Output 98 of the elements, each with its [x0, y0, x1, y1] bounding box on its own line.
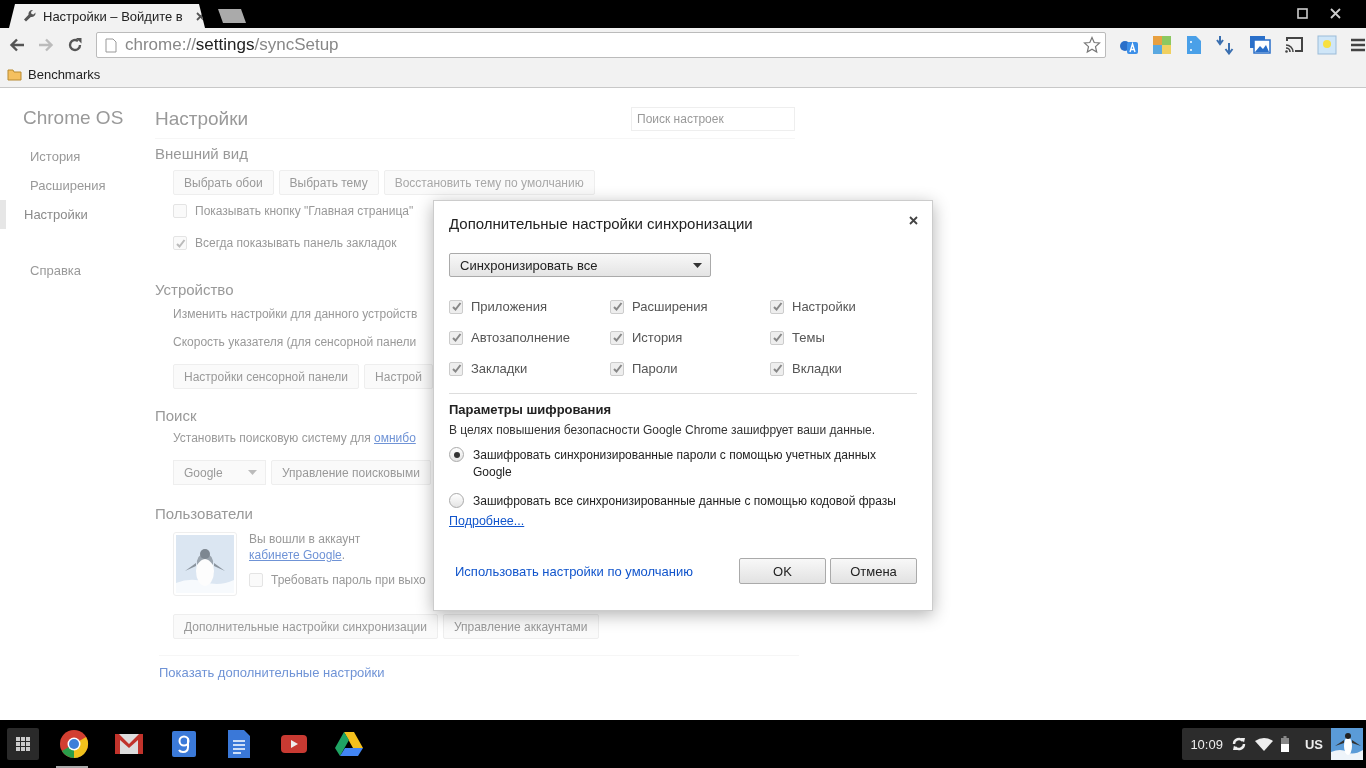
- account-text: Вы вошли в аккаунт: [249, 532, 362, 546]
- dropdown-arrow-icon: [693, 262, 702, 268]
- docs-app-icon[interactable]: [227, 730, 250, 758]
- drive-app-icon[interactable]: [334, 732, 363, 756]
- page-icon: [105, 37, 117, 53]
- learn-more-link[interactable]: Подробнее...: [449, 514, 525, 528]
- settings-button[interactable]: Настройки сенсорной панели: [173, 364, 360, 389]
- section-heading: Устройство: [155, 281, 234, 298]
- radio-button[interactable]: [449, 447, 464, 462]
- section-heading: Поиск: [155, 407, 197, 424]
- checkbox-label: История: [632, 330, 683, 345]
- settings-button[interactable]: Дополнительные настройки синхронизации: [173, 614, 438, 639]
- checkbox[interactable]: [249, 573, 263, 587]
- checkbox-label: Приложения: [471, 299, 548, 314]
- checkbox[interactable]: [770, 330, 784, 345]
- checkbox-label: Настройки: [792, 299, 856, 314]
- section-heading: Пользователи: [155, 505, 253, 522]
- checkbox[interactable]: [449, 299, 463, 314]
- omnibox-link[interactable]: омнибо: [374, 431, 416, 445]
- checkbox-label: Вкладки: [792, 361, 842, 376]
- checkbox[interactable]: [610, 361, 624, 376]
- search-field[interactable]: Поиск настроек: [631, 107, 795, 131]
- checkbox[interactable]: [610, 330, 624, 345]
- checkbox-label: Требовать пароль при выхо: [271, 573, 426, 587]
- page-title: Настройки: [155, 108, 250, 130]
- checkbox-label: Показывать кнопку "Главная страница": [195, 204, 414, 218]
- dialog-title: Дополнительные настройки синхронизации: [449, 214, 753, 232]
- colorful-square-icon[interactable]: [1152, 35, 1172, 55]
- settings-button[interactable]: Выбрать обои: [173, 170, 274, 195]
- radio-label: Зашифровать синхронизированные пароли с помощью учетных данных Google: [473, 447, 877, 481]
- checkbox[interactable]: [610, 299, 624, 314]
- checkbox-label: Расширения: [632, 299, 708, 314]
- maximize-icon[interactable]: [1297, 8, 1308, 19]
- sync-select[interactable]: Синхронизировать все: [449, 253, 711, 277]
- checkbox-label: Темы: [792, 330, 825, 345]
- download-arrows-icon[interactable]: [1216, 35, 1236, 55]
- close-icon[interactable]: [196, 11, 205, 21]
- document-icon[interactable]: [1185, 35, 1203, 55]
- search-app-icon[interactable]: [171, 731, 196, 757]
- setting-text: Установить поисковую систему для омнибо: [173, 430, 416, 447]
- checkbox[interactable]: [449, 330, 463, 345]
- encryption-heading: Параметры шифрования: [449, 402, 612, 417]
- sidebar-item[interactable]: История: [0, 142, 155, 171]
- checkbox-label: Пароли: [632, 361, 678, 376]
- checkbox-label: Закладки: [471, 361, 528, 376]
- settings-button[interactable]: Управление поисковыми: [271, 460, 431, 485]
- checkbox[interactable]: [770, 361, 784, 376]
- punctuation-text: .: [341, 548, 346, 562]
- checkbox[interactable]: [449, 361, 463, 376]
- setting-text: Скорость указателя (для сенсорной панели: [173, 334, 417, 351]
- back-icon[interactable]: [9, 38, 25, 52]
- encryption-description: В целях повышения безопасности Google Chrome зашифрует ваши данные.: [449, 423, 877, 437]
- show-more-link[interactable]: Показать дополнительные настройки: [159, 665, 385, 680]
- use-defaults-link[interactable]: Использовать настройки по умолчанию: [455, 563, 694, 579]
- radio-button[interactable]: [449, 493, 464, 508]
- search-engine-select[interactable]: Google: [173, 460, 266, 485]
- sync-icon: [1230, 736, 1247, 752]
- dropdown-arrow-icon: [248, 470, 257, 475]
- setting-text: Изменить настройки для данного устройств: [173, 306, 418, 323]
- checkbox[interactable]: [173, 204, 187, 218]
- sidebar-item[interactable]: Настройки: [0, 200, 155, 229]
- video-app-icon[interactable]: [280, 735, 307, 753]
- grid-icon: [16, 737, 30, 751]
- radio-label: Зашифровать все синхронизированные данные с помощью кодовой фразы: [473, 493, 897, 510]
- new-tab-button[interactable]: [217, 8, 247, 24]
- battery-icon: [1280, 736, 1289, 752]
- sidebar-title: Chrome OS: [22, 107, 125, 130]
- address-bar[interactable]: chrome://settings/syncSetup: [96, 32, 1106, 58]
- app-launcher-button[interactable]: [7, 728, 39, 760]
- close-icon[interactable]: [909, 216, 918, 225]
- star-icon[interactable]: [1083, 36, 1101, 54]
- dialog-button[interactable]: Отмена: [830, 558, 917, 584]
- bookmark-folder[interactable]: Benchmarks: [7, 67, 101, 82]
- google-account-link[interactable]: кабинете Google: [249, 548, 342, 562]
- checkbox-label: Автозаполнение: [471, 330, 571, 345]
- reload-icon[interactable]: [67, 37, 83, 53]
- wifi-icon: [1254, 737, 1273, 751]
- status-tray[interactable]: 10:09 US: [1182, 728, 1363, 760]
- checkbox[interactable]: [173, 236, 187, 250]
- cast-icon[interactable]: [1284, 36, 1304, 54]
- folder-icon: [7, 68, 22, 81]
- checkbox[interactable]: [770, 299, 784, 314]
- wrench-icon: [23, 9, 37, 23]
- settings-button[interactable]: Управление аккаунтами: [442, 614, 599, 639]
- keyboard-layout-text: US: [1304, 736, 1323, 752]
- clock-text: 10:09: [1190, 736, 1223, 752]
- chrome-app-icon[interactable]: [58, 729, 89, 759]
- dialog-button[interactable]: OK: [739, 558, 826, 584]
- sidebar-item[interactable]: Справка: [0, 256, 155, 285]
- checkbox-label: Всегда показывать панель закладок: [195, 236, 397, 250]
- settings-button[interactable]: Настрой: [364, 364, 433, 389]
- running-indicator: [56, 766, 88, 768]
- sidebar-item[interactable]: Расширения: [0, 171, 155, 200]
- settings-button[interactable]: Выбрать тему: [278, 170, 379, 195]
- screenshot-icon[interactable]: [1249, 35, 1271, 55]
- menu-icon[interactable]: [1350, 38, 1366, 52]
- mail-app-icon[interactable]: [114, 734, 143, 754]
- section-heading: Внешний вид: [155, 145, 248, 162]
